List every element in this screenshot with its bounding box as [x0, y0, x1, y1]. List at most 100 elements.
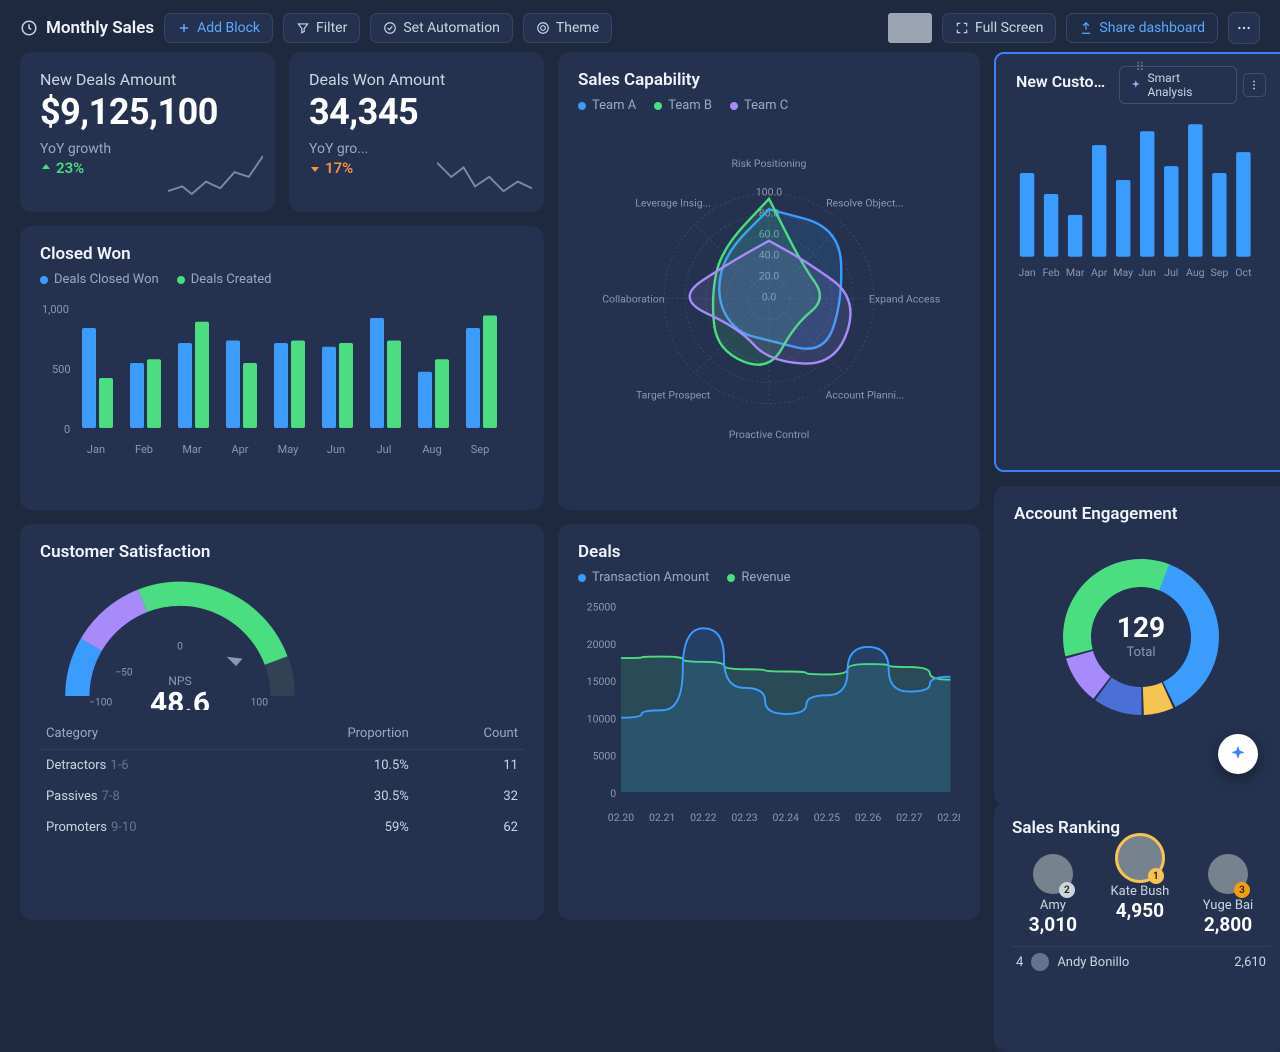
drag-handle-icon[interactable]: ⠿ — [1136, 60, 1147, 74]
nps-gauge: 0 −50 −100 100 NPS 48.6 — [40, 570, 320, 710]
svg-text:Apr: Apr — [231, 443, 248, 456]
user-avatar[interactable] — [888, 13, 932, 43]
radar-chart: Risk PositioningResolve Object...Expand … — [578, 119, 960, 459]
svg-text:02.24: 02.24 — [773, 811, 799, 824]
add-block-button[interactable]: Add Block — [164, 13, 273, 43]
theme-button[interactable]: Theme — [523, 13, 612, 43]
clock-icon — [20, 19, 38, 37]
share-button[interactable]: Share dashboard — [1066, 13, 1218, 43]
svg-text:15000: 15000 — [587, 675, 617, 688]
new-deals-card[interactable]: New Deals Amount $9,125,100 YoY growth 2… — [20, 52, 275, 212]
filter-label: Filter — [316, 20, 347, 36]
add-block-label: Add Block — [197, 20, 260, 36]
svg-text:Target Prospect: Target Prospect — [636, 388, 711, 401]
assistant-fab[interactable] — [1218, 734, 1258, 774]
svg-text:−50: −50 — [115, 665, 133, 678]
svg-text:Jul: Jul — [1164, 266, 1178, 279]
engagement-title: Account Engagement — [1014, 504, 1268, 524]
svg-text:Apr: Apr — [1091, 266, 1108, 279]
fullscreen-button[interactable]: Full Screen — [942, 13, 1056, 43]
deals-title: Deals — [578, 542, 960, 562]
sales-ranking-card[interactable]: Sales Ranking 2 Amy 3,010 1 Kate Bush 4,… — [994, 802, 1280, 1052]
new-deals-value: $9,125,100 — [40, 91, 255, 133]
sparkle-icon — [1228, 744, 1248, 764]
avatar: 3 — [1208, 854, 1248, 894]
svg-text:02.27: 02.27 — [896, 811, 922, 824]
engagement-donut: 129 Total — [1014, 532, 1268, 732]
sales-capability-title: Sales Capability — [578, 70, 960, 90]
svg-text:Feb: Feb — [1042, 266, 1059, 279]
more-button[interactable] — [1228, 12, 1260, 44]
nps-table: Category Proportion Count Detractors1-61… — [40, 718, 524, 843]
sparkle-icon — [1130, 79, 1142, 91]
filter-button[interactable]: Filter — [283, 13, 360, 43]
svg-text:100: 100 — [251, 695, 269, 708]
sales-capability-card[interactable]: Sales Capability Team A Team B Team C Ri… — [558, 52, 980, 510]
sales-capability-legend: Team A Team B Team C — [578, 98, 960, 113]
customer-satisfaction-card[interactable]: Customer Satisfaction 0 −50 −100 100 NPS… — [20, 524, 544, 920]
arrow-down-icon — [309, 162, 321, 174]
arrow-up-icon — [40, 162, 52, 174]
filter-icon — [296, 21, 310, 35]
automation-icon — [383, 21, 397, 35]
rank-item-2[interactable]: 2 Amy 3,010 — [1029, 854, 1077, 936]
svg-text:Jan: Jan — [1018, 266, 1036, 279]
svg-text:Mar: Mar — [1066, 266, 1085, 279]
closed-won-chart: 1,000 500 0 JanFebMarAprMayJunJulAugSep — [40, 293, 524, 463]
table-row: Promoters9-1059%62 — [40, 812, 524, 843]
svg-text:Risk Positioning: Risk Positioning — [732, 157, 807, 170]
svg-text:25000: 25000 — [587, 601, 617, 614]
rank-item-1[interactable]: 1 Kate Bush 4,950 — [1111, 836, 1170, 922]
svg-text:02.23: 02.23 — [731, 811, 757, 824]
table-row: Passives7-830.5%32 — [40, 781, 524, 812]
ranking-top3: 2 Amy 3,010 1 Kate Bush 4,950 3 Yuge Bai… — [1012, 850, 1270, 936]
rank-row-4[interactable]: 4 Andy Bonillo 2,610 — [1012, 946, 1270, 977]
card-menu-button[interactable] — [1243, 73, 1266, 97]
svg-text:10000: 10000 — [587, 712, 617, 725]
svg-text:May: May — [278, 443, 300, 456]
automation-button[interactable]: Set Automation — [370, 13, 513, 43]
deals-card[interactable]: Deals Transaction Amount Revenue 25000 20… — [558, 524, 980, 920]
svg-text:Leverage Insig...: Leverage Insig... — [635, 196, 711, 209]
svg-text:Oct: Oct — [1235, 266, 1252, 279]
svg-text:20000: 20000 — [587, 638, 617, 651]
closed-won-card[interactable]: Closed Won Deals Closed Won Deals Create… — [20, 226, 544, 510]
svg-text:02.26: 02.26 — [855, 811, 881, 824]
svg-text:Aug: Aug — [422, 443, 441, 456]
svg-text:129: 129 — [1117, 611, 1165, 644]
avatar: 1 — [1118, 836, 1162, 880]
csat-title: Customer Satisfaction — [40, 542, 524, 562]
deals-legend: Transaction Amount Revenue — [578, 570, 960, 585]
svg-text:Proactive Control: Proactive Control — [729, 428, 810, 441]
theme-icon — [536, 21, 550, 35]
dots-icon — [1236, 20, 1252, 36]
svg-text:Collaboration: Collaboration — [602, 292, 665, 305]
share-icon — [1079, 21, 1093, 35]
svg-text:500: 500 — [52, 363, 71, 376]
deals-won-card[interactable]: Deals Won Amount 34,345 YoY gro... 17% — [289, 52, 544, 212]
avatar: 2 — [1033, 854, 1073, 894]
deals-won-value: 34,345 — [309, 91, 524, 133]
new-customers-card[interactable]: ⠿ New Custom... Smart Analysis JanFebMar… — [994, 52, 1280, 472]
svg-text:0: 0 — [610, 787, 616, 800]
svg-text:Jul: Jul — [377, 443, 392, 456]
dots-vertical-icon — [1248, 79, 1260, 91]
topbar: Monthly Sales Add Block Filter Set Autom… — [0, 0, 1280, 52]
rank-item-3[interactable]: 3 Yuge Bai 2,800 — [1203, 854, 1253, 936]
svg-text:Feb: Feb — [135, 443, 153, 456]
fullscreen-icon — [955, 21, 969, 35]
svg-text:Resolve Object...: Resolve Object... — [826, 196, 904, 209]
avatar — [1031, 953, 1049, 971]
share-label: Share dashboard — [1099, 20, 1205, 36]
automation-label: Set Automation — [403, 20, 500, 36]
svg-text:0: 0 — [64, 423, 70, 436]
deals-chart: 2500020000150001000050000 02.2002.2102.2… — [578, 591, 960, 831]
svg-text:100.0: 100.0 — [756, 185, 782, 198]
svg-text:Sep: Sep — [471, 443, 490, 456]
svg-text:Jun: Jun — [1139, 266, 1157, 279]
table-row: Detractors1-610.5%11 — [40, 750, 524, 782]
new-customers-chart: JanFebMarAprMayJunJulAugSepOct — [1016, 114, 1266, 284]
sparkline2 — [437, 147, 532, 202]
plus-icon — [177, 21, 191, 35]
page-title: Monthly Sales — [46, 18, 154, 38]
